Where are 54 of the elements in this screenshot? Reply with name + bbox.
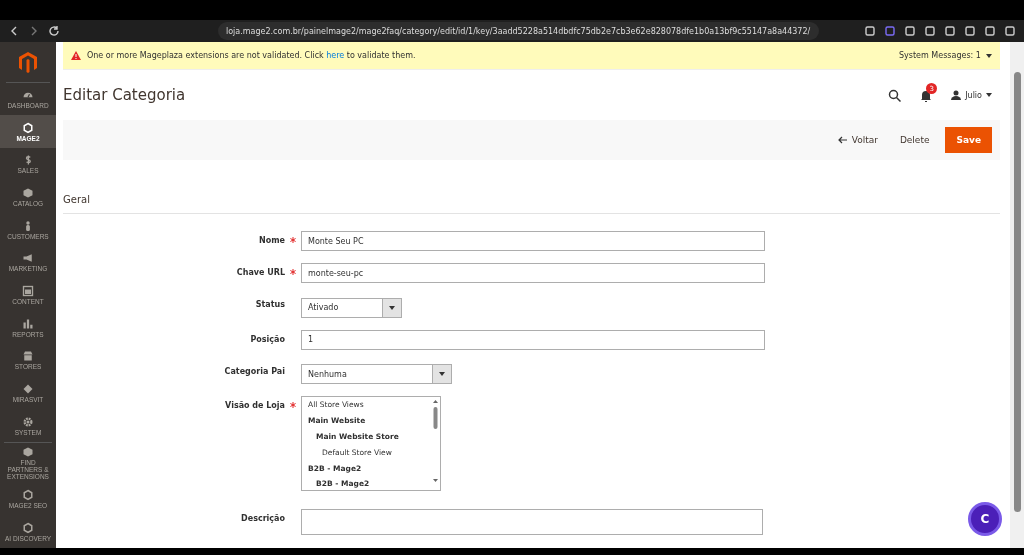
field-label: Categoria Pai (223, 365, 285, 376)
toolbar-icon[interactable] (864, 25, 876, 37)
delete-button[interactable]: Delete (893, 129, 936, 151)
toolbar-icon[interactable] (984, 25, 996, 37)
field-label: Nome (258, 235, 285, 245)
scrollbar[interactable] (1010, 42, 1024, 548)
validate-link[interactable]: here (326, 51, 345, 60)
menu-item-icon (22, 317, 34, 330)
bell-icon[interactable] (919, 89, 934, 103)
text-field[interactable]: Monte Seu PC (301, 231, 765, 251)
toolbar-icon[interactable] (944, 25, 956, 37)
select-dropdown[interactable]: Ativado (301, 297, 402, 318)
menu-item-icon (22, 445, 34, 458)
chat-button[interactable]: C (968, 502, 1002, 536)
menu-item-icon (22, 415, 34, 428)
toolbar-icon[interactable] (884, 25, 896, 37)
caret-icon (389, 305, 395, 310)
system-messages-toggle[interactable]: System Messages: 1 (898, 51, 992, 60)
field-label: Descrição (240, 513, 285, 523)
logo-icon[interactable] (18, 50, 38, 73)
field-label: Posição (249, 333, 285, 344)
menu-item-icon (22, 488, 34, 501)
field-label: Visão de Loja (224, 400, 285, 410)
warning-icon (71, 51, 81, 60)
toolbar-icon[interactable] (1004, 25, 1016, 37)
search-icon[interactable] (888, 88, 902, 102)
menu-item-icon (22, 521, 34, 534)
field-label: Chave URL (235, 267, 285, 277)
menu-item-icon (22, 252, 34, 265)
menu-item-icon (22, 121, 34, 134)
toolbar-icon[interactable] (964, 25, 976, 37)
caret-icon (986, 54, 992, 58)
menu-item-icon (22, 382, 34, 395)
arrow-left-icon (837, 136, 847, 144)
back-button[interactable]: Voltar (831, 129, 884, 151)
field-label: Status (254, 299, 285, 309)
menu-item-icon (22, 284, 34, 297)
toolbar-icon[interactable] (924, 25, 936, 37)
text-field[interactable]: monte-seu-pc (301, 263, 765, 283)
text-field[interactable]: 1 (301, 329, 765, 350)
address-bar[interactable]: loja.mage2.com.br/painelmage2/mage2faq/category/edit/id/1/key/3aadd5228a514dbdfc75db2e7cb3e62e828078dfe1b0a13bf9c55147a8a44372/ (218, 22, 819, 40)
select-dropdown[interactable]: Nenhuma (301, 364, 452, 384)
save-button[interactable]: Save (945, 127, 992, 153)
menu-item-icon (22, 350, 34, 363)
toolbar-icon[interactable] (904, 25, 916, 37)
page-title: Editar Categoria (63, 86, 186, 104)
caret-icon (439, 372, 445, 376)
user-icon (951, 90, 962, 100)
user-menu[interactable]: Julio (951, 90, 992, 100)
notice-message: One or more Mageplaza extensions are not validated. Click here to validate them. (87, 51, 416, 60)
section-title: Geral (63, 194, 90, 205)
menu-item-icon (22, 186, 34, 199)
reload-icon[interactable] (48, 25, 60, 37)
caret-icon (986, 93, 992, 97)
